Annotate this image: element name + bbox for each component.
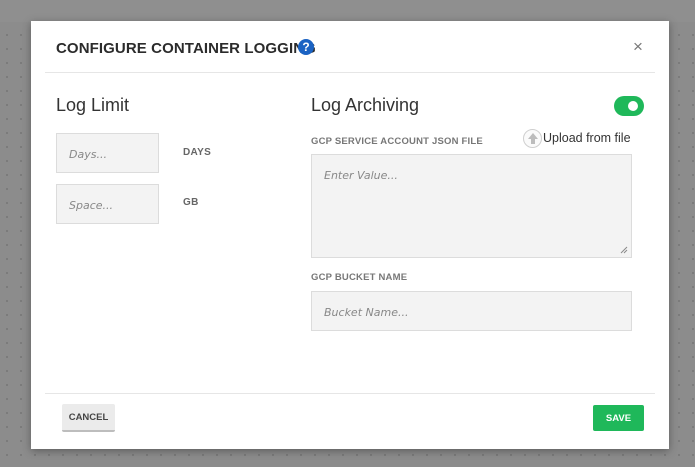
space-placeholder: Space... xyxy=(69,199,114,212)
days-unit-label: DAYS xyxy=(183,147,212,158)
background-topbar xyxy=(0,0,695,22)
days-placeholder: Days... xyxy=(69,148,107,161)
close-icon[interactable]: × xyxy=(633,38,643,55)
log-archiving-title: Log Archiving xyxy=(311,95,420,115)
json-file-label: GCP SERVICE ACCOUNT JSON FILE xyxy=(311,136,483,147)
days-input[interactable]: Days... xyxy=(56,133,159,173)
bucket-name-placeholder: Bucket Name... xyxy=(324,306,409,319)
bucket-name-input[interactable]: Bucket Name... xyxy=(311,291,632,331)
configure-logging-dialog: CONFIGURE CONTAINER LOGGING ? × Log Limi… xyxy=(31,21,669,449)
space-unit-label: GB xyxy=(183,197,199,208)
footer-divider xyxy=(45,393,655,394)
help-icon[interactable]: ? xyxy=(298,39,314,55)
json-value-placeholder: Enter Value... xyxy=(324,169,398,182)
bucket-name-label: GCP BUCKET NAME xyxy=(311,272,408,283)
log-limit-title: Log Limit xyxy=(56,95,130,115)
save-button[interactable]: SAVE xyxy=(593,405,644,431)
dialog-title: CONFIGURE CONTAINER LOGGING xyxy=(56,40,316,57)
dialog-header: CONFIGURE CONTAINER LOGGING ? × xyxy=(45,21,655,73)
upload-from-file-link[interactable]: Upload from file xyxy=(543,131,631,145)
cancel-button[interactable]: CANCEL xyxy=(62,404,115,432)
archiving-toggle[interactable] xyxy=(614,96,644,116)
resize-grip-icon[interactable] xyxy=(620,246,628,254)
upload-icon[interactable] xyxy=(523,129,542,148)
json-value-textarea[interactable]: Enter Value... xyxy=(311,154,632,258)
space-input[interactable]: Space... xyxy=(56,184,159,224)
toggle-knob xyxy=(628,101,638,111)
